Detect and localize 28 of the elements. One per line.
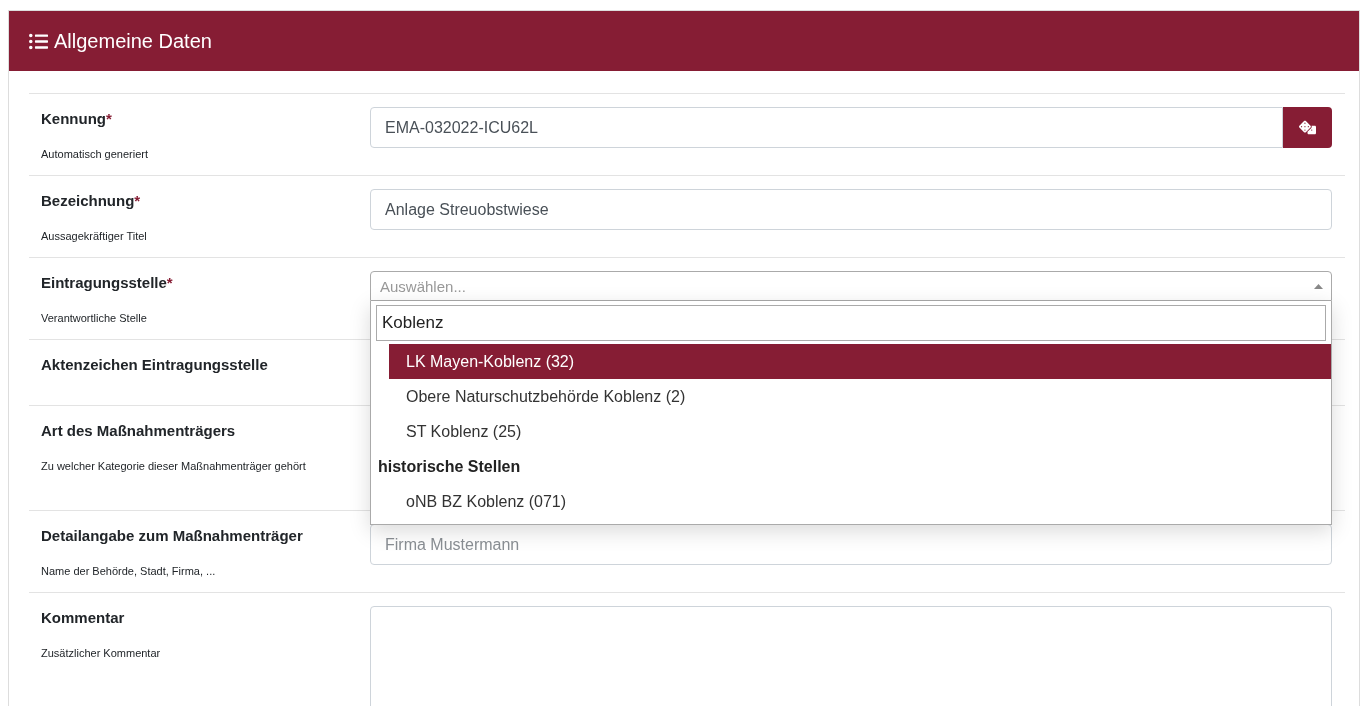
card-title: Allgemeine Daten (54, 29, 212, 53)
field-label: Aktenzeichen Eintragungsstelle (41, 356, 269, 374)
field-help: Aussagekräftiger Titel (41, 229, 148, 244)
field-label: Art des Maßnahmenträgers (41, 422, 237, 440)
field-help: Verantwortliche Stelle (41, 311, 148, 326)
field-label: Kommentar (41, 609, 126, 627)
option-group-label: historische Stellen (377, 456, 522, 477)
field-help: Name der Behörde, Stadt, Firma, ... (41, 564, 217, 579)
search-field[interactable]: Koblenz (376, 305, 1326, 341)
comment-field[interactable] (370, 606, 1332, 706)
list-icon (29, 31, 48, 51)
text-field[interactable]: Anlage Streuobstwiese (370, 189, 1332, 230)
text-field[interactable]: Firma Mustermann (370, 524, 1332, 565)
dice-icon (1299, 119, 1316, 136)
text-field[interactable]: EMA-032022-ICU62L (370, 107, 1283, 148)
dropdown-option[interactable]: ST Koblenz (25) (389, 414, 1331, 449)
generate-button[interactable] (1283, 107, 1332, 148)
field-help: Zu welcher Kategorie dieser Maßnahmenträger gehört (41, 459, 307, 474)
field-help: Zusätzlicher Kommentar (41, 646, 162, 661)
field-label: Eintragungsstelle* (41, 274, 174, 292)
field-label: Kennung* (41, 110, 113, 128)
field-label: Detailangabe zum Maßnahmenträger (41, 527, 304, 545)
dropdown-option[interactable]: LK Mayen-Koblenz (32) (389, 344, 1331, 379)
field-label: Bezeichnung* (41, 192, 142, 210)
caret-icon (1314, 283, 1323, 289)
dropdown-option[interactable]: Obere Naturschutzbehörde Koblenz (2) (389, 379, 1331, 414)
dropdown-option[interactable]: oNB BZ Koblenz (071) (389, 484, 1331, 519)
field-help: Automatisch generiert (41, 147, 149, 162)
